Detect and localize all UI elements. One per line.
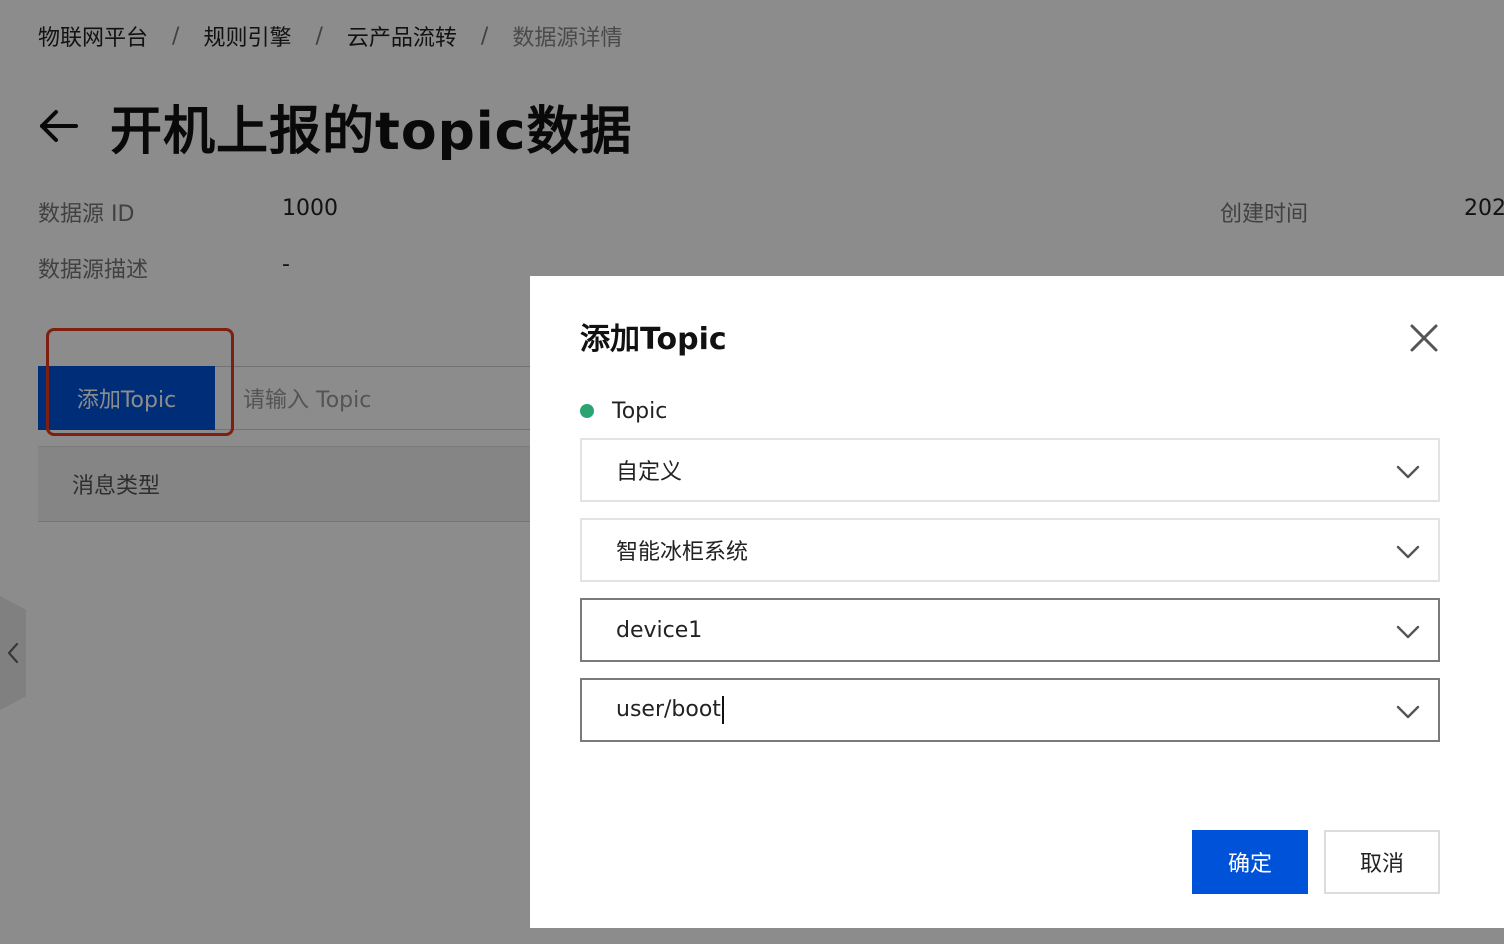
product-select[interactable]: 智能冰柜系统: [580, 518, 1440, 582]
select-value: device1: [616, 617, 703, 643]
topic-type-select[interactable]: 自定义: [580, 438, 1440, 502]
topic-field-label: Topic: [580, 396, 667, 426]
topic-path-value: user/boot: [616, 697, 721, 722]
chevron-down-icon: [1396, 545, 1420, 559]
cancel-button[interactable]: 取消: [1324, 830, 1440, 894]
topic-path-select[interactable]: user/boot: [580, 678, 1440, 742]
text-cursor: [721, 696, 724, 724]
chevron-down-icon: [1396, 625, 1420, 639]
select-value[interactable]: user/boot: [616, 696, 1438, 724]
confirm-button[interactable]: 确定: [1192, 830, 1308, 894]
add-topic-dialog: 添加Topic Topic 自定义 智能冰柜系统 device1 user/bo…: [530, 276, 1504, 928]
topic-label-text: Topic: [612, 398, 668, 424]
chevron-down-icon: [1396, 705, 1420, 719]
dialog-title: 添加Topic: [580, 322, 727, 357]
required-dot-icon: [580, 404, 594, 418]
device-select[interactable]: device1: [580, 598, 1440, 662]
select-value: 自定义: [616, 460, 683, 485]
chevron-down-icon: [1396, 465, 1420, 479]
select-value: 智能冰柜系统: [616, 540, 749, 565]
close-icon[interactable]: [1406, 320, 1442, 356]
